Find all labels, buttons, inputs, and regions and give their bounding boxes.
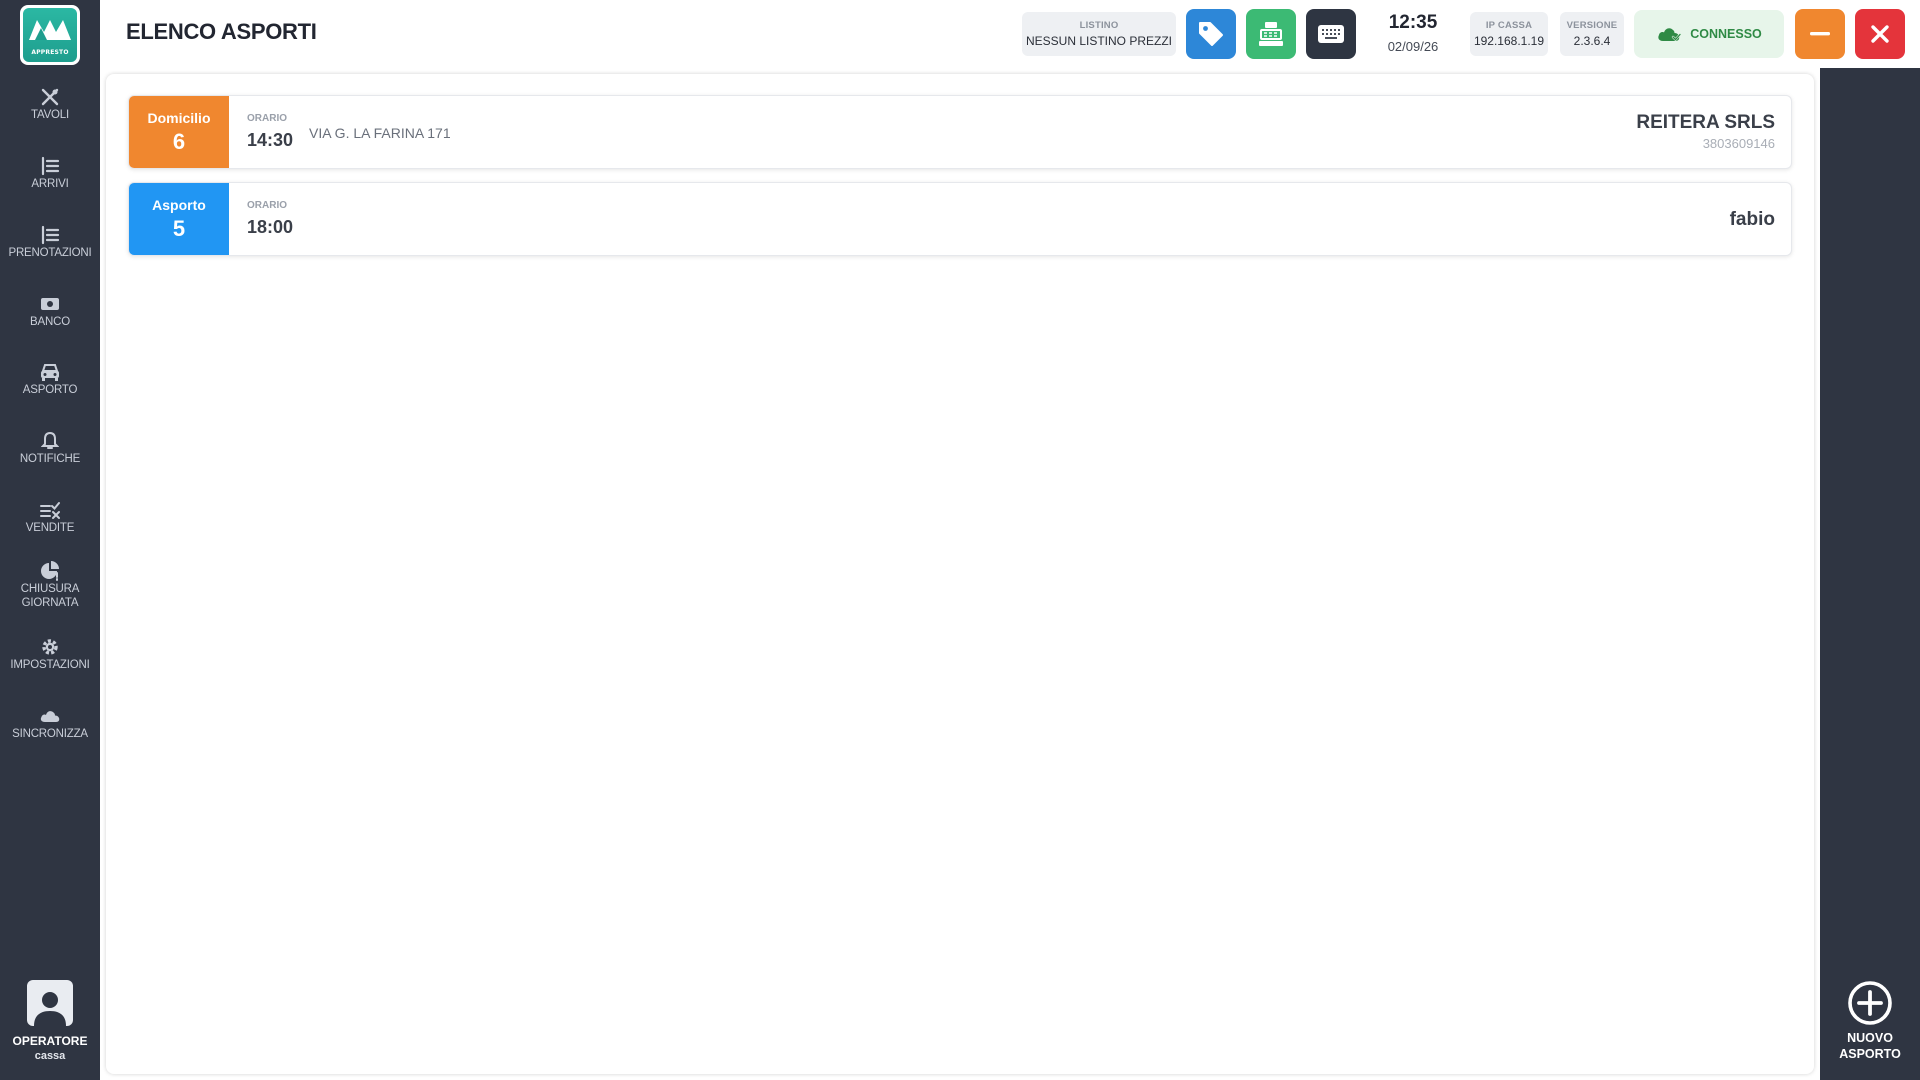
new-takeaway-label-line1: NUOVO xyxy=(1847,1031,1893,1045)
logo-wordmark: APPRESTO xyxy=(31,49,69,56)
takeaway-list-panel: Domicilio 6 ORARIO 14:30 VIA G. LA FARIN… xyxy=(106,74,1814,1074)
version-indicator: VERSIONE 2.3.6.4 xyxy=(1560,12,1624,56)
order-number: 6 xyxy=(172,128,186,154)
sidebar-item-label: SINCRONIZZA xyxy=(12,728,88,740)
ip-indicator: IP CASSA 192.168.1.19 xyxy=(1470,12,1548,56)
order-time: 18:00 xyxy=(247,217,294,237)
list-icon xyxy=(40,224,60,246)
sidebar-item-label-line2: GIORNATA xyxy=(21,597,79,609)
price-tag-button[interactable] xyxy=(1186,9,1236,59)
order-time-label: ORARIO xyxy=(247,113,287,124)
sidebar-item-vendite[interactable]: VENDITE xyxy=(0,499,100,535)
bell-icon xyxy=(41,430,59,452)
order-type: Asporto xyxy=(152,196,206,213)
cloud-check-icon xyxy=(1658,28,1682,42)
sidebar-item-label: PRENOTAZIONI xyxy=(8,247,92,259)
sidebar-item-label: ARRIVI xyxy=(31,178,69,190)
sidebar-item-chiusura-giornata[interactable]: CHIUSURA GIORNATA xyxy=(0,560,100,610)
top-header: ELENCO ASPORTI LISTINO NESSUN LISTINO PR… xyxy=(100,0,1920,68)
order-customer: REITERA SRLS xyxy=(1636,112,1775,133)
sidebar-item-label: CHIUSURA xyxy=(20,583,80,595)
car-icon xyxy=(39,361,61,383)
operator-role: OPERATORE xyxy=(12,1034,88,1048)
order-time: 14:30 xyxy=(247,130,294,150)
sidebar-item-label: ASPORTO xyxy=(22,384,78,396)
cutlery-icon xyxy=(40,86,60,108)
cash-register-icon xyxy=(1259,22,1283,46)
right-action-bar: NUOVO ASPORTO xyxy=(1820,68,1920,1080)
sidebar-item-banco[interactable]: BANCO xyxy=(0,293,100,329)
order-type: Domicilio xyxy=(147,109,211,126)
new-takeaway-label-line2: ASPORTO xyxy=(1839,1047,1901,1061)
order-number: 5 xyxy=(172,215,186,241)
sidebar-item-label: NOTIFICHE xyxy=(19,453,81,465)
sales-icon xyxy=(39,499,61,521)
operator-profile[interactable]: OPERATORE cassa xyxy=(0,980,100,1062)
sidebar-item-sincronizza[interactable]: SINCRONIZZA xyxy=(0,705,100,741)
version-label: VERSIONE xyxy=(1566,20,1618,31)
sidebar-item-prenotazioni[interactable]: PRENOTAZIONI xyxy=(0,224,100,260)
sidebar: APPRESTO TAVOLI ARRIVI PRENOTAZIONI BANC… xyxy=(0,0,100,1080)
cash-icon xyxy=(39,293,61,315)
price-list-indicator[interactable]: LISTINO NESSUN LISTINO PREZZI xyxy=(1022,12,1176,56)
new-takeaway-label: NUOVO ASPORTO xyxy=(1839,1030,1901,1062)
tag-icon xyxy=(1199,22,1223,46)
price-list-label: LISTINO xyxy=(1079,20,1119,31)
logo-badge: APPRESTO xyxy=(23,8,77,62)
page-title: ELENCO ASPORTI xyxy=(126,19,317,44)
order-address: VIA G. LA FARINA 171 xyxy=(309,125,451,141)
connection-label: CONNESSO xyxy=(1690,27,1762,41)
gear-icon xyxy=(40,636,60,658)
order-type-badge: Domicilio 6 xyxy=(129,96,229,168)
version-value: 2.3.6.4 xyxy=(1573,34,1611,48)
close-icon xyxy=(1871,25,1889,43)
sidebar-item-label: VENDITE xyxy=(25,522,75,534)
minimize-button[interactable] xyxy=(1795,9,1845,59)
sidebar-item-tavoli[interactable]: TAVOLI xyxy=(0,86,100,122)
sidebar-item-notifiche[interactable]: NOTIFICHE xyxy=(0,430,100,466)
ip-value: 192.168.1.19 xyxy=(1473,34,1545,48)
new-takeaway-button[interactable]: NUOVO ASPORTO xyxy=(1820,980,1920,1062)
clock-date: 02/09/26 xyxy=(1387,39,1439,54)
close-button[interactable] xyxy=(1855,9,1905,59)
day-close-icon xyxy=(39,560,61,582)
sidebar-item-label: BANCO xyxy=(30,316,70,328)
connection-status[interactable]: CONNESSO xyxy=(1634,10,1784,58)
clock: 12:35 02/09/26 xyxy=(1368,12,1458,54)
clock-time: 12:35 xyxy=(1388,12,1438,33)
ip-label: IP CASSA xyxy=(1485,20,1533,31)
list-icon xyxy=(40,155,60,177)
logo-mark-icon xyxy=(29,20,71,40)
order-card[interactable]: Asporto 5 ORARIO 18:00 fabio xyxy=(128,182,1792,256)
sidebar-item-arrivi[interactable]: ARRIVI xyxy=(0,155,100,191)
order-type-badge: Asporto 5 xyxy=(129,183,229,255)
order-card[interactable]: Domicilio 6 ORARIO 14:30 VIA G. LA FARIN… xyxy=(128,95,1792,169)
keyboard-button[interactable] xyxy=(1306,9,1356,59)
user-icon xyxy=(34,992,66,1026)
price-list-value: NESSUN LISTINO PREZZI xyxy=(1025,34,1173,48)
cash-register-button[interactable] xyxy=(1246,9,1296,59)
avatar xyxy=(27,980,73,1026)
sidebar-item-label: TAVOLI xyxy=(31,109,69,121)
minus-icon xyxy=(1810,32,1830,36)
order-customer: fabio xyxy=(1729,209,1775,230)
sidebar-item-label: IMPOSTAZIONI xyxy=(10,659,90,671)
plus-circle-icon xyxy=(1848,981,1892,1025)
operator-username: cassa xyxy=(34,1050,66,1062)
cloud-icon xyxy=(39,705,61,727)
sidebar-item-impostazioni[interactable]: IMPOSTAZIONI xyxy=(0,636,100,672)
order-phone: 3803609146 xyxy=(1702,136,1775,151)
keyboard-icon xyxy=(1318,25,1344,43)
app-logo: APPRESTO xyxy=(20,5,80,65)
sidebar-item-asporto[interactable]: ASPORTO xyxy=(0,361,100,397)
order-time-label: ORARIO xyxy=(247,200,287,211)
